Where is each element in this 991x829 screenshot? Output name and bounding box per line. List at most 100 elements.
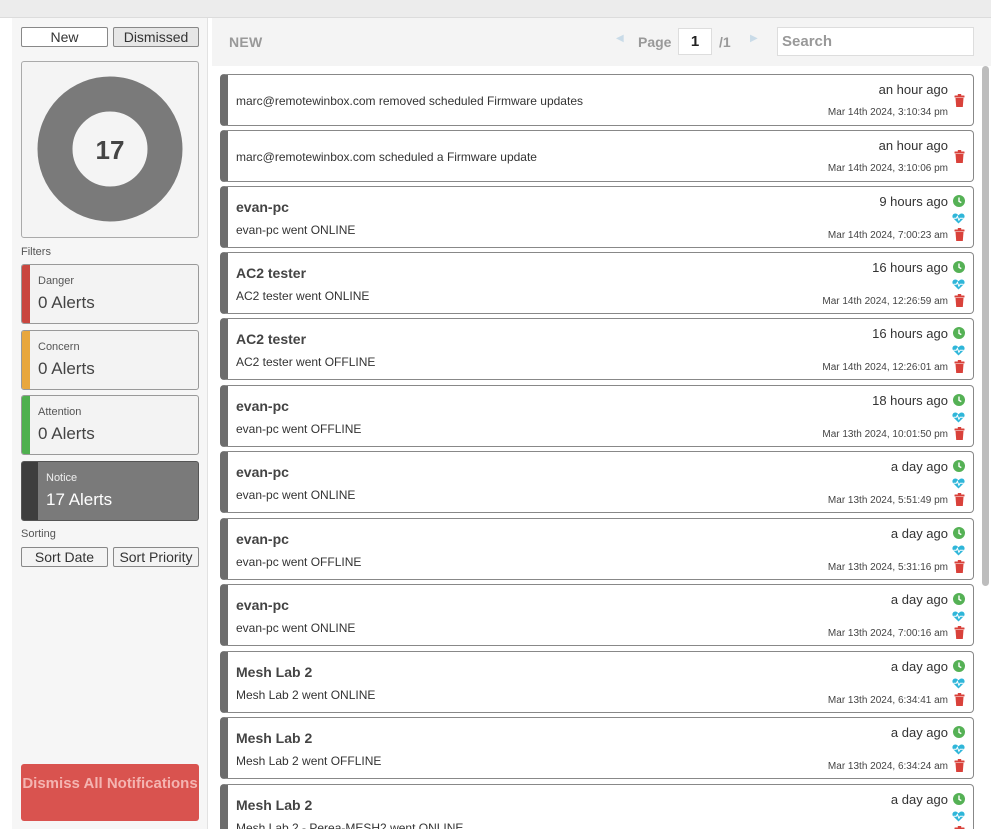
filter-color-bar (22, 396, 30, 454)
notification-date: Mar 14th 2024, 12:26:01 am (822, 362, 948, 373)
donut-count: 17 (95, 135, 125, 165)
sort-priority-button[interactable]: Sort Priority (113, 547, 199, 567)
search-input[interactable]: Search (777, 27, 974, 56)
heartbeat-icon[interactable] (952, 343, 965, 361)
clock-icon[interactable] (953, 526, 965, 544)
heartbeat-icon[interactable] (952, 476, 965, 494)
notification-card[interactable]: Mesh Lab 2 Mesh Lab 2 - Perea-MESH2 went … (220, 784, 974, 829)
notification-card[interactable]: Mesh Lab 2 Mesh Lab 2 went ONLINE a day ag… (220, 651, 974, 713)
notification-title: Mesh Lab 2 (236, 730, 313, 746)
main-panel: NEW ◀ Page 1 /1 ▶ Search marc@remotewinb… (212, 18, 991, 829)
clock-icon[interactable] (953, 260, 965, 278)
top-bar (0, 0, 991, 18)
notification-title: AC2 tester (236, 331, 307, 347)
clock-icon[interactable] (953, 592, 965, 610)
sorting-label: Sorting (21, 528, 56, 540)
filter-color-bar (22, 331, 30, 389)
notification-time-ago: 18 hours ago (872, 393, 948, 408)
clock-icon[interactable] (953, 326, 965, 344)
trash-icon[interactable] (954, 693, 965, 711)
notification-card[interactable]: evan-pc evan-pc went OFFLINE a day ago Mar … (220, 518, 974, 580)
filter-name: Attention (38, 406, 82, 418)
clock-icon[interactable] (953, 725, 965, 743)
sort-date-button[interactable]: Sort Date (21, 547, 108, 567)
heartbeat-icon[interactable] (952, 543, 965, 561)
notification-message: AC2 tester went OFFLINE (236, 355, 376, 369)
trash-icon[interactable] (954, 626, 965, 644)
notification-title: evan-pc (236, 531, 289, 547)
filter-concern[interactable]: Concern 0 Alerts (21, 330, 199, 390)
notification-date: Mar 14th 2024, 3:10:34 pm (827, 107, 948, 118)
notification-message: evan-pc went ONLINE (236, 621, 356, 635)
notification-card[interactable]: evan-pc evan-pc went ONLINE a day ago Mar 1… (220, 451, 974, 513)
notification-time-ago: 16 hours ago (872, 326, 948, 341)
notification-time-ago: an hour ago (878, 138, 948, 153)
notification-card[interactable]: marc@remotewinbox.com scheduled a Firmwa… (220, 130, 974, 182)
notification-card[interactable]: AC2 tester AC2 tester went OFFLINE 16 hour… (220, 318, 974, 380)
filter-name: Concern (38, 341, 80, 353)
filter-attention[interactable]: Attention 0 Alerts (21, 395, 199, 455)
notification-card[interactable]: evan-pc evan-pc went OFFLINE 18 hours ago M… (220, 385, 974, 447)
notification-date: Mar 14th 2024, 3:10:06 pm (827, 163, 948, 174)
notification-title: evan-pc (236, 199, 289, 215)
prev-page-icon[interactable]: ◀ (616, 33, 624, 44)
notification-time-ago: a day ago (890, 592, 948, 607)
filter-danger[interactable]: Danger 0 Alerts (21, 264, 199, 324)
trash-icon[interactable] (954, 150, 965, 168)
filter-count: 0 Alerts (38, 359, 95, 378)
notification-message: evan-pc went ONLINE (236, 223, 356, 237)
page-label: Page (638, 34, 672, 50)
filter-count: 0 Alerts (38, 293, 95, 312)
notification-time-ago: a day ago (890, 526, 948, 541)
heartbeat-icon[interactable] (952, 277, 965, 295)
clock-icon[interactable] (953, 194, 965, 212)
heartbeat-icon[interactable] (952, 410, 965, 428)
tab-dismissed[interactable]: Dismissed (113, 27, 199, 47)
notification-list: marc@remotewinbox.com removed scheduled … (212, 66, 991, 829)
trash-icon[interactable] (954, 294, 965, 312)
dismiss-all-button[interactable]: Dismiss All Notifications (21, 764, 199, 821)
clock-icon[interactable] (953, 459, 965, 477)
trash-icon[interactable] (954, 560, 965, 578)
list-header: NEW ◀ Page 1 /1 ▶ Search (212, 18, 991, 66)
notification-time-ago: 16 hours ago (872, 260, 948, 275)
filter-name: Danger (38, 275, 75, 287)
trash-icon[interactable] (954, 360, 965, 378)
trash-icon[interactable] (954, 759, 965, 777)
notification-message: marc@remotewinbox.com scheduled a Firmwa… (236, 150, 537, 164)
notification-card[interactable]: marc@remotewinbox.com removed scheduled … (220, 74, 974, 126)
heartbeat-icon[interactable] (952, 211, 965, 229)
filter-count: 17 Alerts (46, 490, 113, 509)
notification-title: AC2 tester (236, 265, 307, 281)
clock-icon[interactable] (953, 659, 965, 677)
notification-time-ago: a day ago (890, 659, 948, 674)
heartbeat-icon[interactable] (952, 609, 965, 627)
trash-icon[interactable] (954, 228, 965, 246)
scrollbar[interactable] (982, 66, 989, 586)
notification-card[interactable]: Mesh Lab 2 Mesh Lab 2 went OFFLINE a day a… (220, 717, 974, 779)
sidebar: New Dismissed 17 Filters Danger 0 Alerts… (12, 18, 208, 829)
next-page-icon[interactable]: ▶ (750, 33, 758, 44)
notification-message: AC2 tester went ONLINE (236, 289, 370, 303)
heartbeat-icon[interactable] (952, 742, 965, 760)
notification-card[interactable]: AC2 tester AC2 tester went ONLINE 16 hours… (220, 252, 974, 314)
page-total: /1 (719, 34, 731, 50)
notification-time-ago: a day ago (890, 459, 948, 474)
notification-message: marc@remotewinbox.com removed scheduled … (236, 94, 583, 108)
filter-color-bar (22, 462, 38, 520)
trash-icon[interactable] (954, 94, 965, 112)
clock-icon[interactable] (953, 792, 965, 810)
trash-icon[interactable] (954, 427, 965, 445)
heartbeat-icon[interactable] (952, 809, 965, 827)
trash-icon[interactable] (954, 493, 965, 511)
page-number-input[interactable]: 1 (678, 28, 712, 55)
clock-icon[interactable] (953, 393, 965, 411)
notification-message: Mesh Lab 2 - Perea-MESH2 went ONLINE (236, 821, 464, 829)
notification-card[interactable]: evan-pc evan-pc went ONLINE a day ago Mar 1… (220, 584, 974, 646)
heartbeat-icon[interactable] (952, 676, 965, 694)
notification-card[interactable]: evan-pc evan-pc went ONLINE 9 hours ago Mar… (220, 186, 974, 248)
tab-new[interactable]: New (21, 27, 108, 47)
notification-title: Mesh Lab 2 (236, 664, 313, 680)
notification-title: evan-pc (236, 597, 289, 613)
filter-notice[interactable]: Notice 17 Alerts (21, 461, 199, 521)
